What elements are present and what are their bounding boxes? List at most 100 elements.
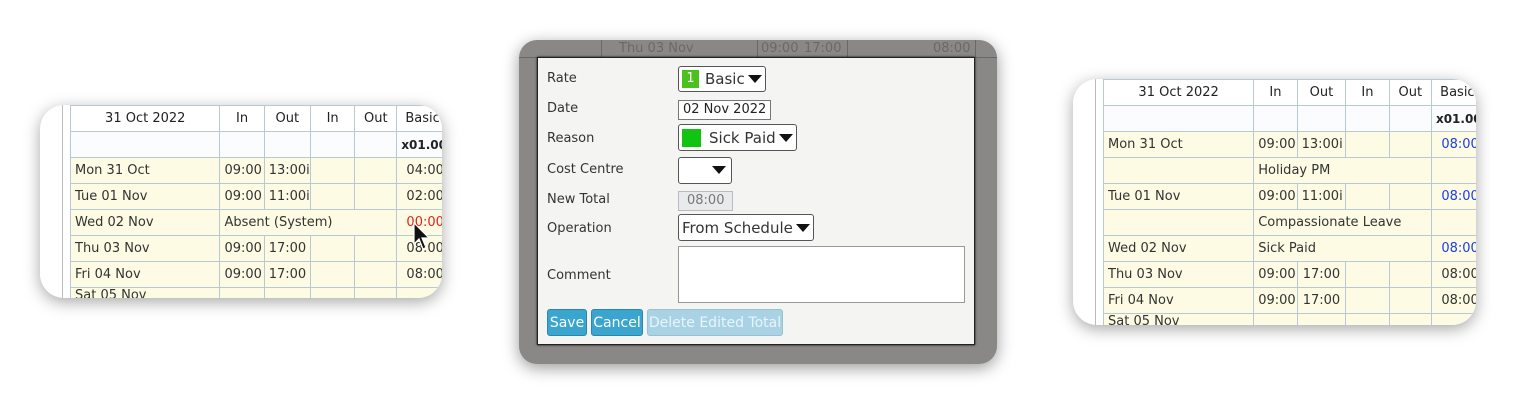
multiplier-row: x01.00 x (69, 131, 442, 158)
date-input[interactable] (678, 99, 771, 120)
rate-number-badge: 1 (682, 70, 699, 88)
day-cell: Wed 02 Nov (1102, 235, 1255, 262)
basic-header: Basic (1430, 79, 1476, 106)
clock-out-cell[interactable] (1388, 183, 1432, 210)
clock-out-cell[interactable] (354, 261, 398, 288)
clock-in-cell[interactable]: 09:00 (219, 235, 265, 262)
in-header: In (1253, 79, 1298, 106)
operation-select[interactable]: From Schedule (678, 214, 814, 241)
basic-total-cell[interactable]: 08:00 (396, 261, 442, 288)
basic-total-cell[interactable]: 08:00 (1430, 183, 1476, 210)
clock-in-cell[interactable]: 09:00 (219, 183, 265, 210)
clock-in-cell[interactable]: 09:00 (1253, 287, 1298, 314)
clock-out-cell[interactable]: 17:00 (263, 261, 312, 288)
day-cell: Fri 04 Nov (1102, 287, 1255, 314)
absence-cell[interactable]: Absent (System) (219, 209, 398, 236)
clock-in-cell[interactable] (1345, 287, 1390, 314)
clock-in-cell[interactable] (1345, 261, 1390, 288)
table-row[interactable]: Tue 01 Nov 09:00 11:00i 02:00 (69, 183, 442, 210)
basic-total-cell[interactable]: 08:00 (1430, 287, 1476, 314)
clock-in-cell[interactable] (309, 261, 356, 288)
background-row-in: 09:00 (761, 41, 799, 56)
day-cell: Mon 31 Oct (69, 157, 221, 184)
table-row[interactable]: Mon 31 Oct 09:00 13:00i 04:00 (69, 157, 442, 184)
comment-label: Comment (547, 268, 611, 283)
clock-in-cell[interactable]: 09:00 (1253, 183, 1298, 210)
table-row[interactable]: Sat 05 Nov (69, 287, 442, 298)
basic-total-cell[interactable]: 08:00 (1430, 131, 1476, 158)
basic-total-cell[interactable]: 02:00 (396, 183, 442, 210)
clock-out-cell[interactable]: 17:00 (1296, 261, 1347, 288)
basic-total-cell[interactable]: 08:00 (1430, 235, 1476, 262)
reason-color-swatch (682, 128, 701, 147)
clock-out-cell[interactable]: 11:00i (1296, 183, 1347, 210)
clock-out-cell[interactable] (354, 235, 398, 262)
header-row: 31 Oct 2022 In Out In Out Basic O (1102, 79, 1476, 106)
cost-centre-select[interactable] (678, 156, 732, 184)
table-row[interactable]: Fri 04 Nov 09:00 17:00 08:00 (1102, 287, 1476, 314)
basic-header: Basic (396, 105, 442, 132)
date-label: Date (547, 101, 579, 116)
clock-in-cell[interactable]: 09:00 (1253, 131, 1298, 158)
table-row[interactable]: Sat 05 Nov (1102, 313, 1476, 325)
clock-out-cell[interactable]: 13:00i (263, 157, 312, 184)
rate-select[interactable]: 1 Basic (678, 66, 766, 92)
date-header[interactable]: 31 Oct 2022 (69, 105, 221, 132)
reason-select-value: Sick Paid (709, 128, 776, 147)
day-cell: Fri 04 Nov (69, 261, 221, 288)
clock-out-cell[interactable]: 11:00i (263, 183, 312, 210)
delete-edited-total-button[interactable]: Delete Edited Total (647, 309, 783, 336)
clock-out-cell[interactable] (1388, 261, 1432, 288)
clock-out-cell[interactable]: 17:00 (1296, 287, 1347, 314)
reason-label: Reason (547, 131, 595, 146)
clock-in-cell[interactable] (309, 183, 356, 210)
day-cell: Thu 03 Nov (69, 235, 221, 262)
basic-total-cell[interactable]: 08:00 (1430, 261, 1476, 288)
table-row[interactable]: Wed 02 Nov Sick Paid 08:00 (1102, 235, 1476, 262)
clock-in-cell[interactable] (309, 235, 356, 262)
table-row[interactable]: Fri 04 Nov 09:00 17:00 08:00 (69, 261, 442, 288)
basic-multiplier: x01.00 (1430, 105, 1476, 132)
basic-total-cell[interactable]: 04:00 (396, 157, 442, 184)
operation-select-value: From Schedule (682, 218, 793, 237)
panel-edge-line (1095, 79, 1096, 325)
table-row[interactable]: Wed 02 Nov Absent (System) 00:00 (69, 209, 442, 236)
timesheet-panel-before: 31 Oct 2022 In Out In Out Basic O x01.00… (40, 105, 442, 298)
day-cell: Tue 01 Nov (69, 183, 221, 210)
absence-note: Compassionate Leave (1253, 209, 1432, 236)
table-row[interactable]: Thu 03 Nov 09:00 17:00 08:00 (69, 235, 442, 262)
clock-out-cell[interactable] (1388, 131, 1432, 158)
table-row[interactable]: Thu 03 Nov 09:00 17:00 08:00 (1102, 261, 1476, 288)
comment-textarea[interactable] (678, 246, 965, 303)
clock-in-cell[interactable] (309, 157, 356, 184)
save-button[interactable]: Save (547, 309, 587, 336)
cost-centre-label: Cost Centre (547, 162, 624, 177)
day-cell: Sat 05 Nov (1102, 313, 1255, 325)
absence-cell[interactable]: Sick Paid (1253, 235, 1432, 262)
clock-out-cell[interactable] (1388, 287, 1432, 314)
date-header[interactable]: 31 Oct 2022 (1102, 79, 1255, 106)
clock-out-cell[interactable]: 17:00 (263, 235, 312, 262)
chevron-down-icon (778, 133, 793, 142)
new-total-field: 08:00 (678, 191, 734, 211)
timesheet-panel-after: 31 Oct 2022 In Out In Out Basic O x01.00… (1073, 79, 1476, 325)
day-cell: Mon 31 Oct (1102, 131, 1255, 158)
panel-edge-line (62, 105, 63, 298)
clock-in-cell[interactable]: 09:00 (1253, 261, 1298, 288)
table-row[interactable]: Tue 01 Nov 09:00 11:00i 08:00 (1102, 183, 1476, 210)
clock-out-cell[interactable]: 13:00i (1296, 131, 1347, 158)
cancel-button[interactable]: Cancel (591, 309, 643, 336)
timesheet-table: 31 Oct 2022 In Out In Out Basic O x01.00… (69, 105, 442, 298)
background-row-day: Thu 03 Nov (619, 41, 694, 56)
day-cell: Tue 01 Nov (1102, 183, 1255, 210)
reason-select[interactable]: Sick Paid (678, 124, 797, 151)
clock-in-cell[interactable] (1345, 183, 1390, 210)
table-row[interactable]: Mon 31 Oct 09:00 13:00i 08:00 (1102, 131, 1476, 158)
clock-out-cell[interactable] (354, 157, 398, 184)
out-header: Out (263, 105, 312, 132)
clock-in-cell[interactable]: 09:00 (219, 157, 265, 184)
clock-in-cell[interactable] (1345, 131, 1390, 158)
clock-out-cell[interactable] (354, 183, 398, 210)
clock-in-cell[interactable]: 09:00 (219, 261, 265, 288)
out-header: Out (1388, 79, 1432, 106)
